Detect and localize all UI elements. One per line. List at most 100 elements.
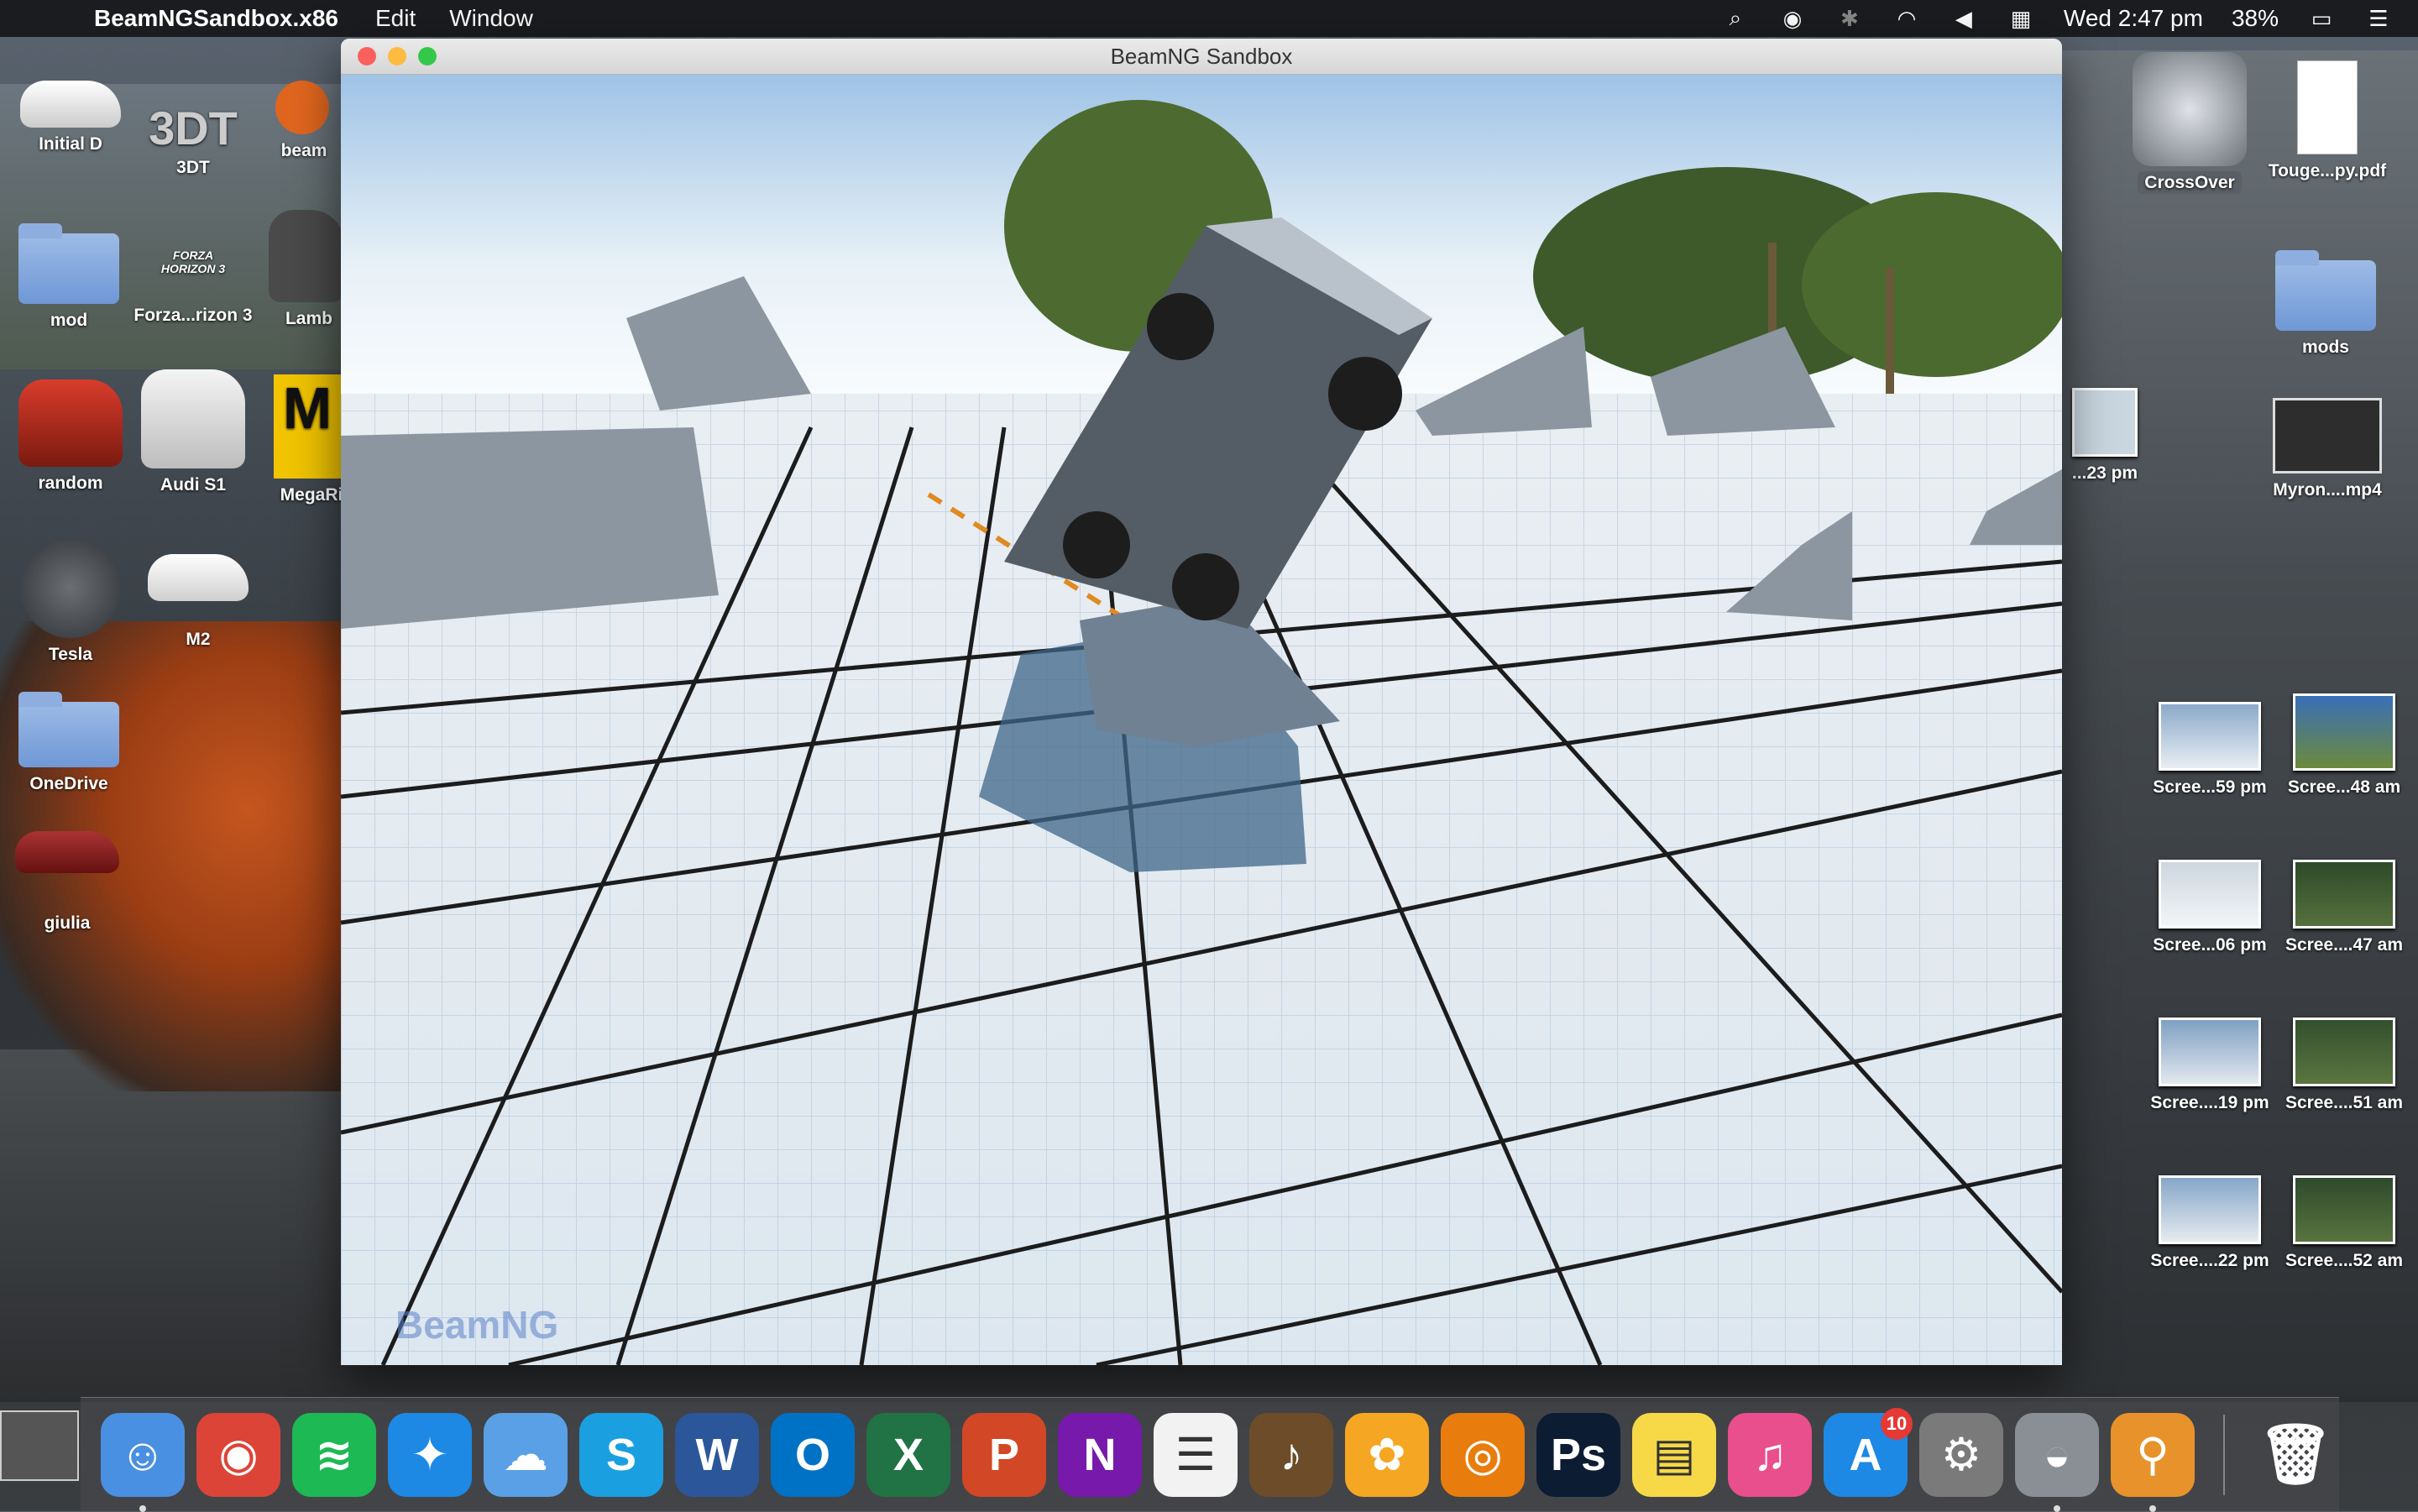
desktop-icon-giulia[interactable]: giulia xyxy=(0,831,134,934)
menu-battery-percent[interactable]: 38% xyxy=(2232,5,2279,32)
screenshot-icon xyxy=(2293,860,2395,929)
desktop-icon-onedrive[interactable]: OneDrive xyxy=(2,692,136,794)
desktop-icon-m2[interactable]: M2 xyxy=(131,554,265,650)
notification-center-icon[interactable]: ☰ xyxy=(2364,6,2393,31)
dock-separator xyxy=(2223,1414,2225,1495)
dock-app-safari[interactable]: ✦ xyxy=(388,1412,472,1497)
desktop-icon-label: giulia xyxy=(44,913,91,933)
dock: ☺ ◉ ≋ ✦ ☁ S W O X P N ☰ ♪ ✿ ◎ Ps ▤ ♫ A 10 ⚙ ◒ ⚲ 🗑 xyxy=(81,1397,2339,1512)
video-icon xyxy=(2273,398,2382,473)
desktop-icon-mod-folder[interactable]: mod xyxy=(2,223,136,331)
car-icon xyxy=(15,831,119,873)
desktop-icon-megari[interactable]: M MegaRi xyxy=(274,374,349,505)
input-flag-icon[interactable]: ▦ xyxy=(2007,6,2035,31)
desktop-icon-label: Scree...06 pm xyxy=(2153,935,2267,955)
dock-app-app-store[interactable]: A 10 xyxy=(1824,1407,1913,1497)
desktop-icon-label: beam xyxy=(280,141,327,160)
dock-app-blender[interactable]: ◎ xyxy=(1441,1412,1525,1497)
volume-icon[interactable]: ◀ xyxy=(1950,6,1978,31)
dock-app-outlook[interactable]: O xyxy=(771,1412,855,1497)
desktop-icon-screenshot-06pm[interactable]: Scree...06 pm xyxy=(2143,860,2277,955)
desktop-icon-touge-pdf[interactable]: Touge...py.pdf xyxy=(2260,60,2394,181)
dock-app-itunes[interactable]: ♫ xyxy=(1728,1412,1812,1497)
window-titlebar[interactable]: BeamNG Sandbox xyxy=(341,39,2062,75)
dock-app-beamng[interactable]: ⚲ xyxy=(2111,1412,2195,1512)
desktop-icon-forza-horizon-3[interactable]: FORZA HORIZON 3 Forza...rizon 3 xyxy=(126,249,260,326)
dock-app-notes[interactable]: ▤ xyxy=(1632,1412,1716,1497)
desktop-icon-screenshot-19pm[interactable]: Scree....19 pm xyxy=(2143,1018,2277,1113)
desktop-icon-label: Scree...48 am xyxy=(2287,777,2401,797)
trash-icon[interactable]: 🗑 xyxy=(2253,1413,2337,1497)
desktop-icon-screenshot-23pm[interactable]: ...23 pm xyxy=(2050,388,2159,484)
crossover-icon xyxy=(2133,52,2247,166)
dock-app-system-preferences[interactable]: ⚙ xyxy=(1919,1412,2003,1497)
dock-app-spotify[interactable]: ≋ xyxy=(292,1412,376,1497)
wifi-icon[interactable]: ◠ xyxy=(1892,6,1921,31)
desktop-icon-crossover[interactable]: CrossOver xyxy=(2122,52,2257,194)
cloud-folder-icon xyxy=(18,692,119,767)
desktop-icon-label: random xyxy=(38,473,103,493)
desktop-icon-label: Scree....52 am xyxy=(2285,1251,2404,1270)
desktop-icon-mods-folder[interactable]: mods xyxy=(2258,250,2393,358)
dock-app-excel[interactable]: X xyxy=(866,1412,950,1497)
desktop-icon-label: Scree....19 pm xyxy=(2150,1093,2269,1112)
car-icon xyxy=(141,369,245,468)
bluetooth-icon[interactable]: ✱ xyxy=(1835,6,1864,31)
dock-app-onenote[interactable]: N xyxy=(1058,1412,1142,1497)
desktop-icon-label: mods xyxy=(2301,337,2349,357)
menu-clock[interactable]: Wed 2:47 pm xyxy=(2064,5,2203,32)
screenshot-icon xyxy=(2159,1018,2261,1086)
dock-minimized-preview[interactable] xyxy=(0,1410,79,1481)
car-icon xyxy=(269,210,344,302)
dock-app-word[interactable]: W xyxy=(675,1412,759,1497)
menu-window[interactable]: Window xyxy=(449,5,533,32)
dock-app-finder[interactable]: ☺ xyxy=(101,1412,185,1512)
desktop-icon-beam[interactable]: beam xyxy=(262,81,346,161)
running-indicator xyxy=(139,1504,146,1512)
desktop-icon-3dt[interactable]: 3DT 3DT xyxy=(126,101,260,178)
dock-app-photos[interactable]: ✿ xyxy=(1345,1412,1429,1497)
game-viewport[interactable]: BeamNG xyxy=(341,75,2062,1365)
desktop-icon-tesla[interactable]: Tesla xyxy=(3,537,138,665)
desktop-icon-screenshot-48am[interactable]: Scree...48 am xyxy=(2277,693,2411,798)
desktop-icon-label: MegaRi xyxy=(280,485,343,505)
menu-app-name[interactable]: BeamNGSandbox.x86 xyxy=(94,5,338,32)
menu-edit[interactable]: Edit xyxy=(375,5,416,32)
dock-app-skype[interactable]: S xyxy=(579,1412,663,1497)
desktop-icon-screenshot-47am[interactable]: Scree....47 am xyxy=(2277,860,2411,955)
app-store-badge: 10 xyxy=(1881,1407,1913,1440)
dock-app-garageband[interactable]: ♪ xyxy=(1249,1412,1333,1497)
screenshot-icon xyxy=(2293,1018,2395,1086)
desktop-icon-myron-mp4[interactable]: Myron....mp4 xyxy=(2260,398,2394,500)
spotlight-search-icon[interactable]: ⌕ xyxy=(1721,5,1750,31)
logo-icon: FORZA HORIZON 3 xyxy=(160,249,226,275)
dock-app-powerpoint[interactable]: P xyxy=(962,1412,1046,1497)
pdf-icon xyxy=(2297,60,2358,154)
dock-app-chrome[interactable]: ◉ xyxy=(196,1412,280,1497)
desktop-icon-screenshot-22pm[interactable]: Scree....22 pm xyxy=(2143,1175,2277,1271)
desktop-icon-screenshot-59pm[interactable]: Scree...59 pm xyxy=(2143,702,2277,798)
desktop-icon-label: Forza...rizon 3 xyxy=(133,306,253,325)
dock-app-reminders[interactable]: ☰ xyxy=(1154,1412,1238,1497)
dock-app-photoshop[interactable]: Ps xyxy=(1536,1412,1620,1497)
beamng-window[interactable]: BeamNG Sandbox BeamNG xyxy=(341,39,2062,1365)
desktop-icon-screenshot-51am[interactable]: Scree....51 am xyxy=(2277,1018,2411,1113)
folder-icon xyxy=(18,223,119,304)
desktop-icon-label: ...23 pm xyxy=(2071,463,2138,483)
desktop-icon-initial-d[interactable]: Initial D xyxy=(3,81,138,154)
screenshot-icon xyxy=(2072,388,2138,457)
desktop-icon-random[interactable]: random xyxy=(3,379,138,494)
siri-icon[interactable]: ◉ xyxy=(1778,6,1807,31)
desktop-icon-label: Tesla xyxy=(48,645,93,664)
window-title: BeamNG Sandbox xyxy=(1110,43,1293,69)
dock-app-icloud[interactable]: ☁ xyxy=(484,1412,568,1497)
car-icon xyxy=(148,554,249,601)
desktop-icon-audi-s1[interactable]: Audi S1 xyxy=(126,369,260,495)
battery-icon[interactable]: ▭ xyxy=(2307,6,2336,31)
desktop-icon-label: Lamb xyxy=(285,309,332,328)
desktop-icon-lamb[interactable]: Lamb xyxy=(269,210,349,329)
desktop-icon-label: Audi S1 xyxy=(160,475,227,494)
screenshot-icon xyxy=(2293,1175,2395,1244)
desktop-icon-screenshot-52am[interactable]: Scree....52 am xyxy=(2277,1175,2411,1271)
dock-app-crossover[interactable]: ◒ xyxy=(2015,1412,2099,1512)
